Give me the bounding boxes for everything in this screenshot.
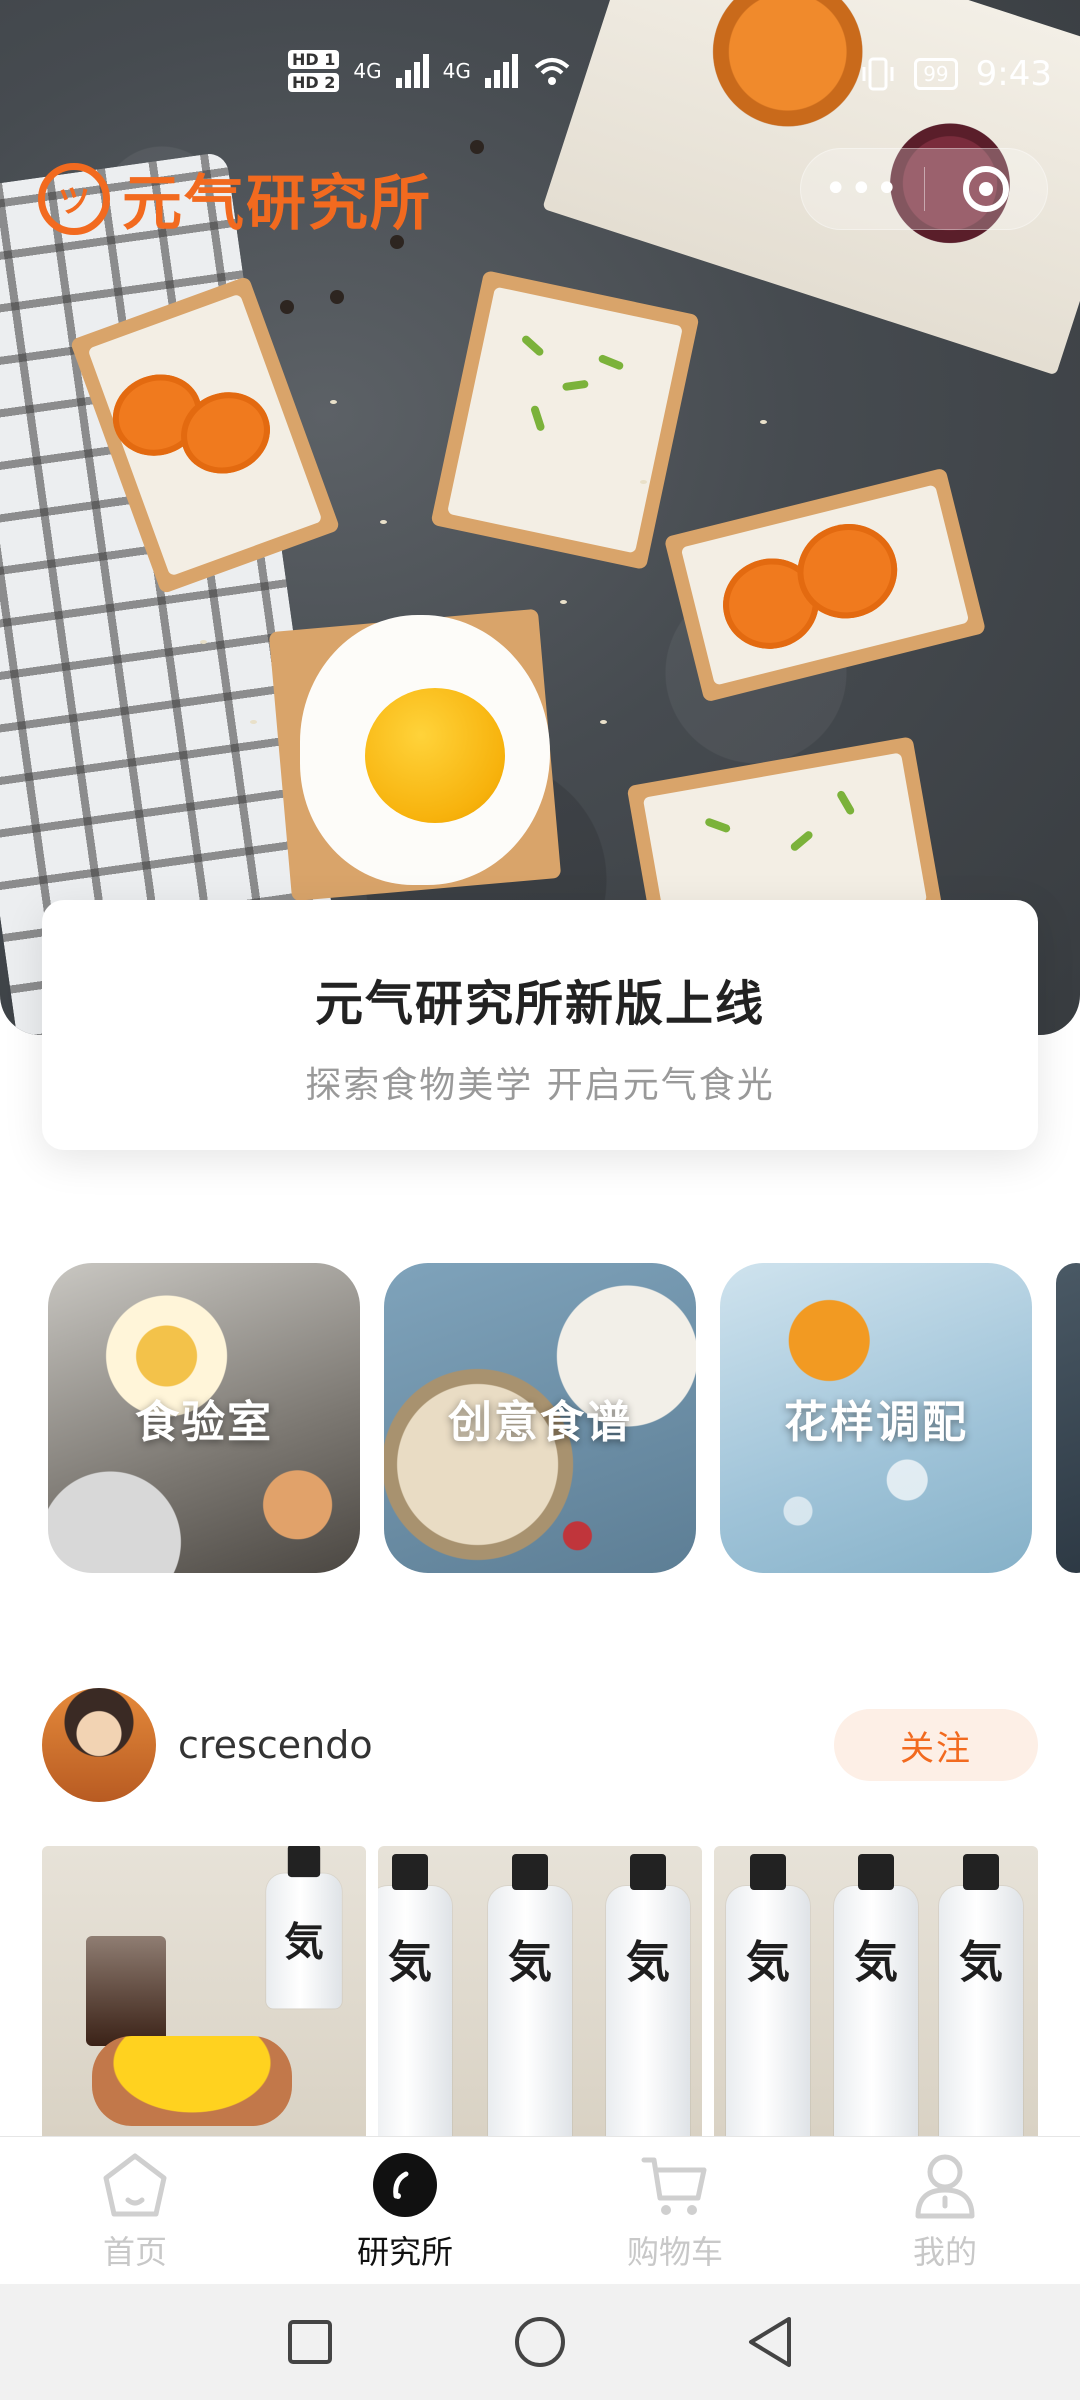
avatar[interactable] — [42, 1688, 156, 1802]
app-page: HD 1 HD 2 4G 4G 99 9:43 ツ 元气研究所 ••• 元气研究… — [0, 0, 1080, 2400]
home-icon — [99, 2149, 171, 2221]
vibrate-icon — [862, 57, 894, 91]
category-mixology[interactable]: 花样调配 — [720, 1263, 1032, 1573]
brand-logo: ツ 元气研究所 — [38, 155, 432, 242]
logo-smile-icon: ツ — [38, 162, 110, 235]
tab-lab[interactable]: 研究所 — [270, 2137, 540, 2284]
cart-icon — [639, 2149, 711, 2221]
category-creative-recipes[interactable]: 创意食谱 — [384, 1263, 696, 1573]
network-label-2: 4G — [442, 59, 471, 83]
profile-icon — [909, 2149, 981, 2221]
post-gallery: 気 気 気 気 気 気 気 — [42, 1846, 1038, 2136]
tab-cart[interactable]: 购物车 — [540, 2137, 810, 2284]
more-button[interactable]: ••• — [801, 169, 924, 209]
username[interactable]: crescendo — [178, 1723, 373, 1767]
tab-label: 研究所 — [356, 2233, 453, 2271]
announcement-card[interactable]: 元气研究所新版上线 探索食物美学 开启元气食光 — [42, 900, 1038, 1150]
status-bar: HD 1 HD 2 4G 4G 99 9:43 — [0, 40, 1080, 120]
hd2-indicator: HD 2 — [288, 73, 340, 92]
battery-icon: 99 — [914, 58, 958, 90]
category-label: 食验室 — [135, 1397, 273, 1448]
announcement-title: 元气研究所新版上线 — [314, 976, 765, 1032]
miniprogram-capsule: ••• — [800, 148, 1048, 230]
logo-text: 元气研究所 — [122, 169, 432, 239]
system-nav-bar — [0, 2284, 1080, 2400]
follow-button[interactable]: 关注 — [834, 1709, 1038, 1781]
back-button[interactable] — [740, 2312, 800, 2372]
egg-yolk — [365, 688, 505, 823]
close-circle-icon — [962, 166, 1009, 212]
tab-label: 我的 — [912, 2233, 977, 2271]
square-icon — [288, 2320, 332, 2364]
home-nav-button[interactable] — [510, 2312, 570, 2372]
category-label: 创意食谱 — [448, 1397, 632, 1448]
back-triangle-icon — [749, 2317, 791, 2367]
category-next-peek[interactable] — [1056, 1263, 1080, 1573]
post-photo[interactable]: 気 気 気 — [714, 1846, 1038, 2136]
recents-button[interactable] — [280, 2312, 340, 2372]
tab-home[interactable]: 首页 — [0, 2137, 270, 2284]
announcement-subtitle: 探索食物美学 开启元气食光 — [305, 1065, 775, 1106]
post-author-row: crescendo 关注 — [42, 1688, 1038, 1802]
post-photo[interactable]: 気 気 気 — [378, 1846, 702, 2136]
close-button[interactable] — [925, 166, 1048, 212]
lab-icon — [369, 2149, 441, 2221]
circle-icon — [515, 2317, 565, 2367]
signal-icon — [395, 54, 429, 88]
wifi-icon — [534, 58, 570, 85]
category-label: 花样调配 — [784, 1397, 968, 1448]
tab-profile[interactable]: 我的 — [810, 2137, 1080, 2284]
category-food-lab[interactable]: 食验室 — [48, 1263, 360, 1573]
clock: 9:43 — [975, 54, 1052, 94]
tab-label: 首页 — [102, 2233, 167, 2271]
tab-label: 购物车 — [626, 2233, 723, 2271]
category-carousel[interactable]: 食验室 创意食谱 花样调配 — [48, 1263, 1080, 1573]
bottom-tab-bar: 首页 研究所 购物车 我的 — [0, 2136, 1080, 2284]
post-photo[interactable]: 気 — [42, 1846, 366, 2136]
hd1-indicator: HD 1 — [288, 50, 340, 69]
network-label-1: 4G — [353, 59, 382, 83]
signal-icon-2 — [484, 54, 518, 88]
